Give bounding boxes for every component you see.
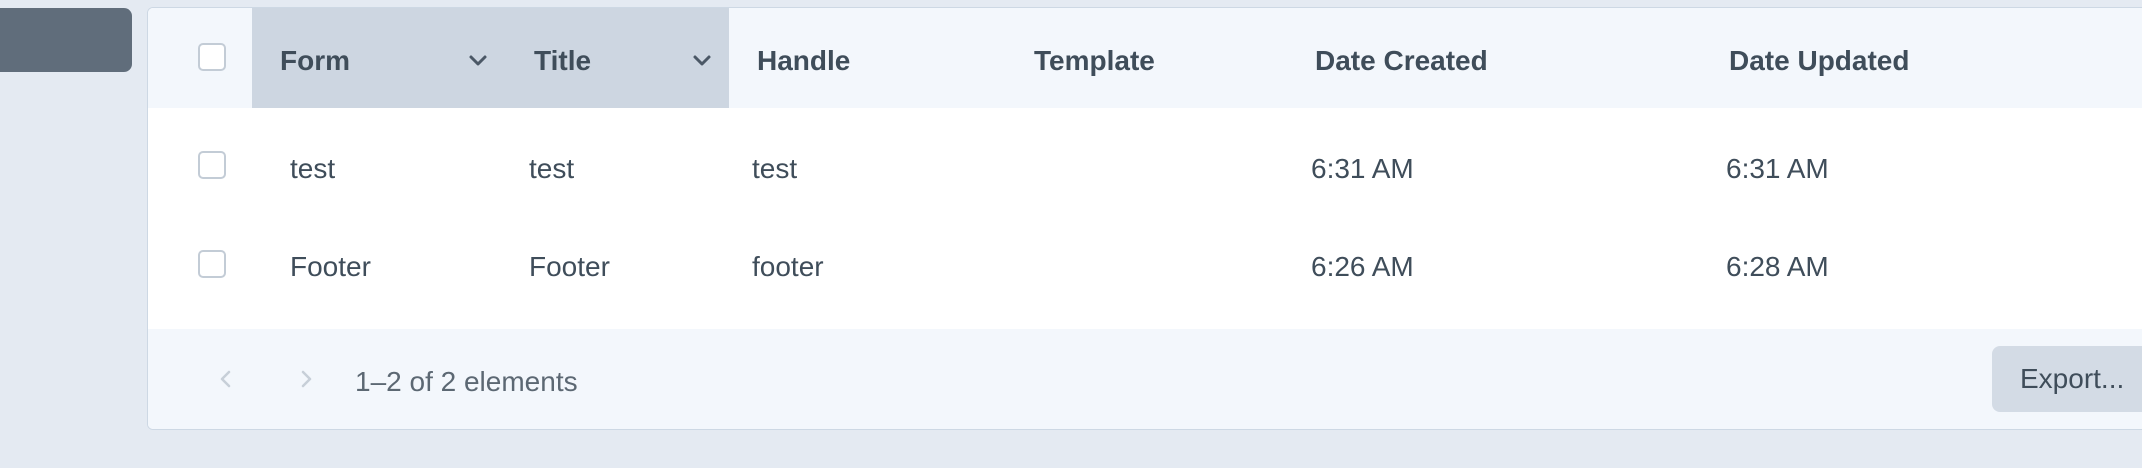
select-all-checkbox[interactable] — [198, 43, 226, 71]
row-checkbox[interactable] — [198, 151, 226, 179]
cell-title: test — [529, 153, 575, 184]
cell-title: Footer — [529, 251, 610, 282]
column-header-date-updated[interactable]: Date Updated — [1729, 45, 1909, 77]
export-button[interactable]: Export... — [1992, 346, 2142, 412]
chevron-right-icon[interactable] — [294, 367, 318, 391]
chevron-down-icon[interactable] — [466, 48, 490, 72]
column-header-handle[interactable]: Handle — [757, 45, 850, 77]
column-header-form[interactable]: Form — [280, 45, 350, 77]
row-checkbox[interactable] — [198, 250, 226, 278]
cell-date-updated: 6:31 AM — [1726, 153, 1829, 184]
column-header-date-created[interactable]: Date Created — [1315, 45, 1488, 77]
column-header-template[interactable]: Template — [1034, 45, 1155, 77]
table-row[interactable]: Footer Footer footer 6:26 AM 6:28 AM — [148, 217, 2142, 315]
table-header: Form Title Handle Template Date Created … — [148, 8, 2142, 108]
cell-handle: test — [752, 153, 798, 184]
chevron-down-icon[interactable] — [690, 48, 714, 72]
cell-date-created: 6:26 AM — [1311, 251, 1414, 282]
cell-date-created: 6:31 AM — [1311, 153, 1414, 184]
cell-form[interactable]: test — [290, 153, 335, 185]
cell-date-updated: 6:28 AM — [1726, 251, 1829, 282]
elements-table-panel: Form Title Handle Template Date Created … — [147, 7, 2142, 430]
chevron-left-icon[interactable] — [214, 367, 238, 391]
pagination-count: 1–2 of 2 elements — [355, 366, 578, 397]
cell-form[interactable]: Footer — [290, 251, 371, 283]
table-footer: 1–2 of 2 elements Export... — [148, 329, 2142, 429]
column-header-title[interactable]: Title — [534, 45, 591, 77]
cell-handle: footer — [752, 251, 824, 282]
table-row[interactable]: test test test 6:31 AM 6:31 AM — [148, 119, 2142, 217]
sidebar-button[interactable] — [0, 8, 132, 72]
